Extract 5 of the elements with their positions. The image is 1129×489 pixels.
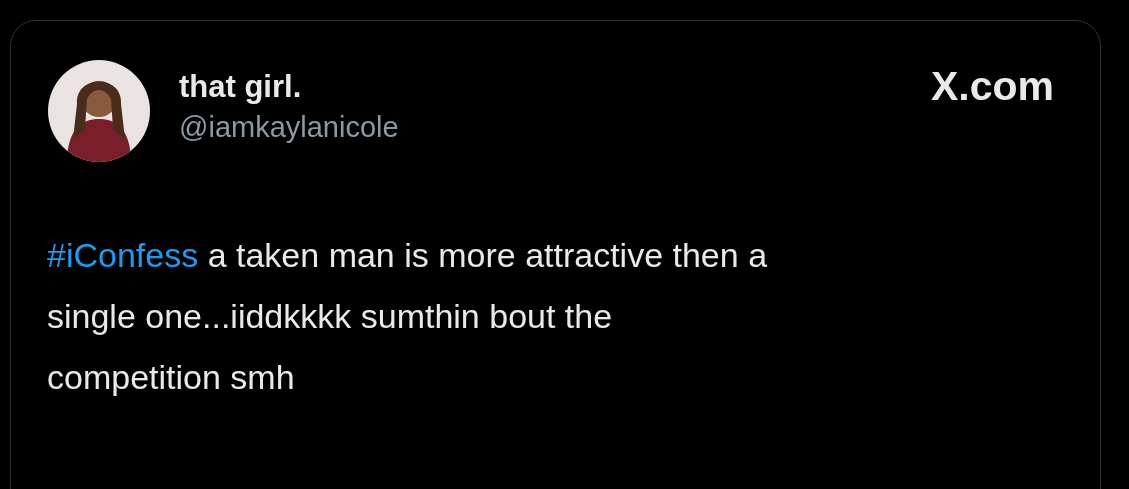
author-name: that girl. (179, 69, 303, 105)
tweet-text: #iConfess a taken man is more attractive then a single one...iiddkkkk sumthin bout the competition smh (47, 235, 769, 398)
author-handle: @iamkaylanicole (179, 111, 400, 144)
hashtag-link[interactable]: #iConfess (47, 236, 199, 274)
source-label: X.com (930, 63, 1054, 110)
